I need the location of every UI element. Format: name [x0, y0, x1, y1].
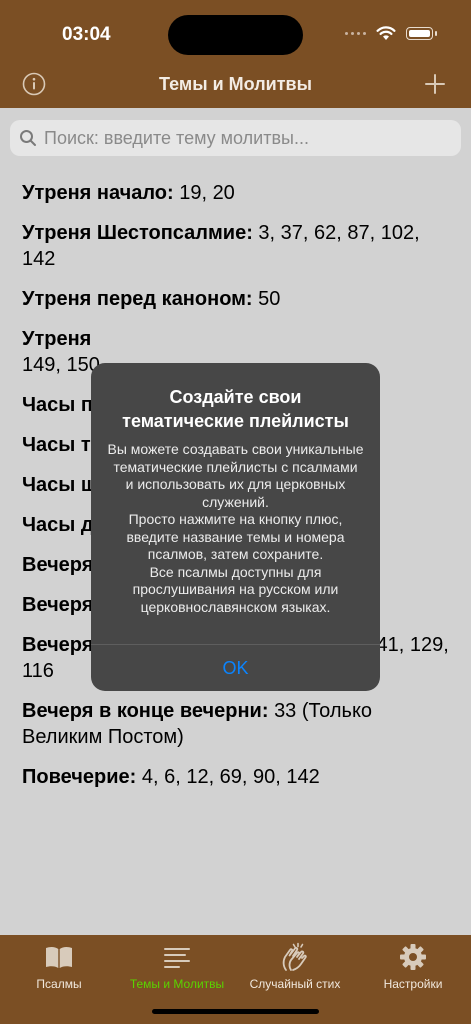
alert-title: Создайте свои тематические плейлисты — [122, 387, 349, 431]
header: 03:04 Темы и Молитвы — [0, 0, 471, 108]
item-value: 4, 6, 12, 69, 90, 142 — [141, 766, 320, 788]
item-title: Вечеря — [22, 554, 94, 576]
item-title: Утреня начало: — [22, 182, 174, 204]
item-title: Утреня — [22, 328, 92, 350]
item-value: 19, 20 — [179, 182, 235, 204]
list-item[interactable]: Вечеря в конце вечерни: 33 (Только Велик… — [0, 684, 471, 750]
battery-icon — [406, 27, 433, 40]
page-title: Темы и Молитвы — [159, 74, 312, 94]
item-value: 50 — [258, 288, 281, 310]
status-icons — [345, 26, 437, 41]
search-icon — [20, 130, 36, 146]
list-item[interactable]: Утреня Шестопсалмие: 3, 37, 62, 87, 102,… — [0, 206, 471, 272]
signal-icon — [345, 32, 366, 35]
gear-icon — [400, 944, 426, 970]
search-input[interactable] — [42, 126, 446, 150]
info-alert: Создайте свои тематические плейлисты Вы … — [91, 363, 380, 691]
item-title: Вечеря в конце вечерни: — [22, 700, 269, 722]
ok-button[interactable]: OK — [91, 645, 380, 691]
item-title: Повечерие: — [22, 766, 137, 788]
hands-icon — [282, 942, 307, 971]
tab-topics[interactable]: Темы и Молитвы — [118, 941, 236, 991]
book-icon — [46, 946, 72, 968]
alert-message: Вы можете создавать свои уникальные тема… — [107, 441, 364, 615]
item-title: Часы д — [22, 514, 94, 536]
list-item[interactable]: Утреня перед каноном: 50 — [0, 272, 471, 312]
item-title: Часы т — [22, 434, 91, 456]
item-title: Часы ш — [22, 474, 98, 496]
item-title: Утреня перед каноном: — [22, 288, 253, 310]
tab-random-verse[interactable]: Случайный стих — [236, 941, 354, 991]
search-bar[interactable] — [10, 120, 461, 156]
wifi-icon — [376, 26, 396, 40]
list-item[interactable]: Утреня начало: 19, 20 — [0, 166, 471, 206]
item-value: 149, 150 — [22, 354, 100, 376]
tab-label: Псалмы — [36, 977, 82, 991]
tab-label: Случайный стих — [249, 977, 341, 991]
battery-tip — [435, 31, 437, 36]
tab-psalms[interactable]: Псалмы — [0, 941, 118, 991]
status-time: 03:04 — [62, 24, 111, 45]
home-indicator[interactable] — [152, 1009, 319, 1014]
item-title: Часы п — [22, 394, 94, 416]
list-item[interactable]: Повечерие: 4, 6, 12, 69, 90, 142 — [0, 750, 471, 790]
add-icon[interactable] — [423, 72, 447, 96]
tab-label: Темы и Молитвы — [129, 977, 225, 991]
dynamic-island — [168, 15, 303, 55]
tab-settings[interactable]: Настройки — [354, 941, 471, 991]
item-title: Утреня Шестопсалмие: — [22, 222, 253, 244]
tab-label: Настройки — [383, 977, 443, 991]
list-icon — [164, 948, 190, 968]
